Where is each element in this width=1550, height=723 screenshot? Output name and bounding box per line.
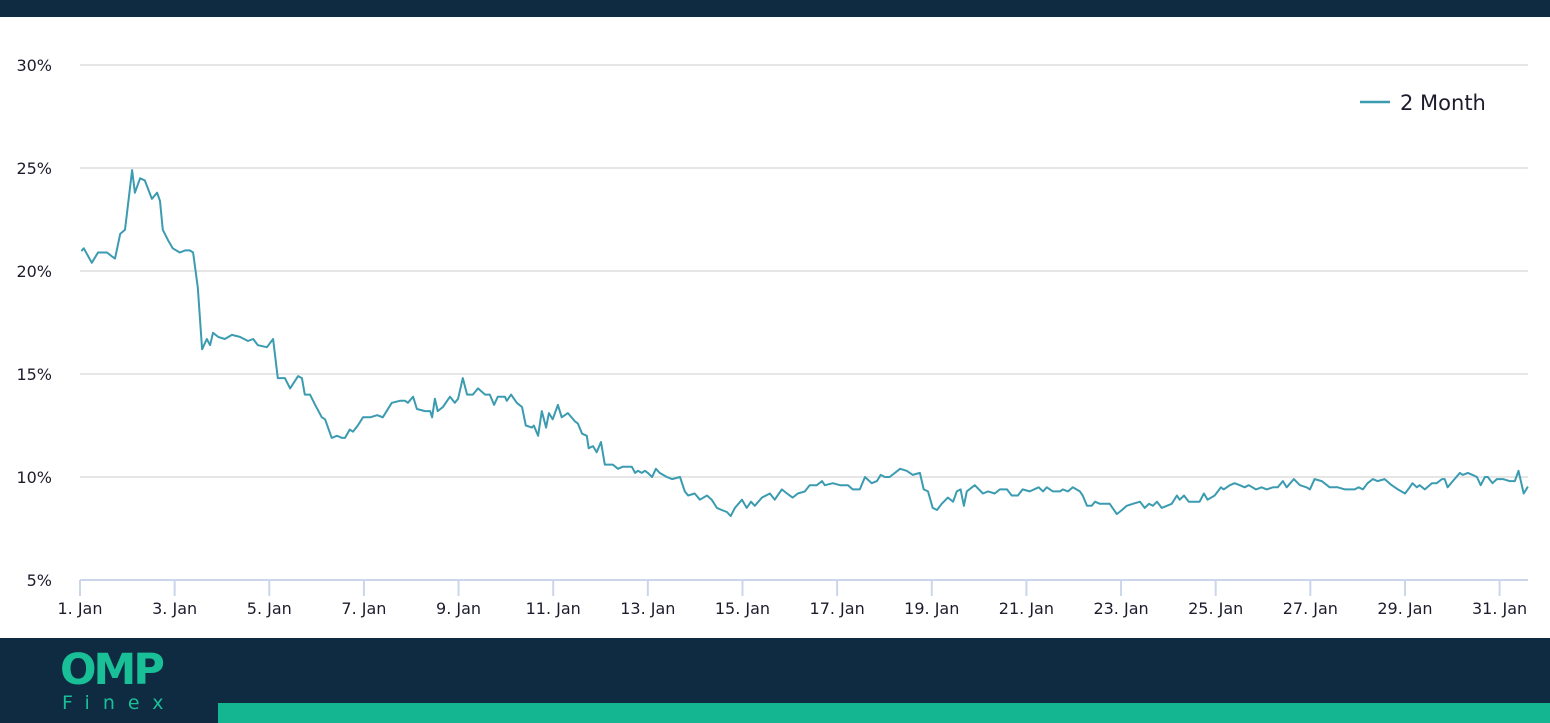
y-axis: 5% 10% 15% 20% 25% 30%: [16, 56, 52, 590]
legend-item[interactable]: 2 Month: [1360, 91, 1486, 115]
x-tick-label: 3. Jan: [152, 599, 197, 618]
x-tick-label: 17. Jan: [810, 599, 865, 618]
x-tick-label: 25. Jan: [1188, 599, 1243, 618]
x-tick-label: 21. Jan: [999, 599, 1054, 618]
x-tick-label: 31. Jan: [1472, 599, 1527, 618]
x-tick-label: 19. Jan: [904, 599, 959, 618]
series-line-0[interactable]: [80, 169, 1529, 518]
brand-logo-finex: Finex: [62, 692, 177, 714]
series-layer: [80, 169, 1529, 518]
x-tick-label: 5. Jan: [247, 599, 292, 618]
x-tick-label: 13. Jan: [620, 599, 675, 618]
line-chart: 5% 10% 15% 20% 25% 30% 1. Jan 3. Jan 5. Jan 7. J…: [16, 56, 1529, 618]
y-tick-label: 10%: [16, 468, 52, 487]
y-tick-label: 15%: [16, 365, 52, 384]
y-tick-label: 5%: [27, 571, 52, 590]
x-tick-label: 15. Jan: [715, 599, 770, 618]
x-tick-label: 27. Jan: [1283, 599, 1338, 618]
legend[interactable]: 2 Month: [1360, 91, 1486, 115]
legend-label: 2 Month: [1400, 91, 1486, 115]
x-tick-label: 1. Jan: [57, 599, 102, 618]
x-tick-label: 23. Jan: [1093, 599, 1148, 618]
x-tick-label: 29. Jan: [1377, 599, 1432, 618]
x-tick-label: 9. Jan: [436, 599, 481, 618]
y-tick-label: 25%: [16, 159, 52, 178]
y-tick-label: 20%: [16, 262, 52, 281]
footer: OMP Finex: [0, 638, 1550, 723]
y-tick-label: 30%: [16, 56, 52, 75]
x-tick-label: 7. Jan: [341, 599, 386, 618]
brand-logo-omp[interactable]: OMP: [60, 646, 165, 694]
accent-bar: [218, 703, 1550, 723]
gridlines: [80, 64, 1528, 478]
x-axis: 1. Jan 3. Jan 5. Jan 7. Jan 9. Jan 11. Jan 13.…: [57, 579, 1528, 618]
x-tick-label: 11. Jan: [526, 599, 581, 618]
